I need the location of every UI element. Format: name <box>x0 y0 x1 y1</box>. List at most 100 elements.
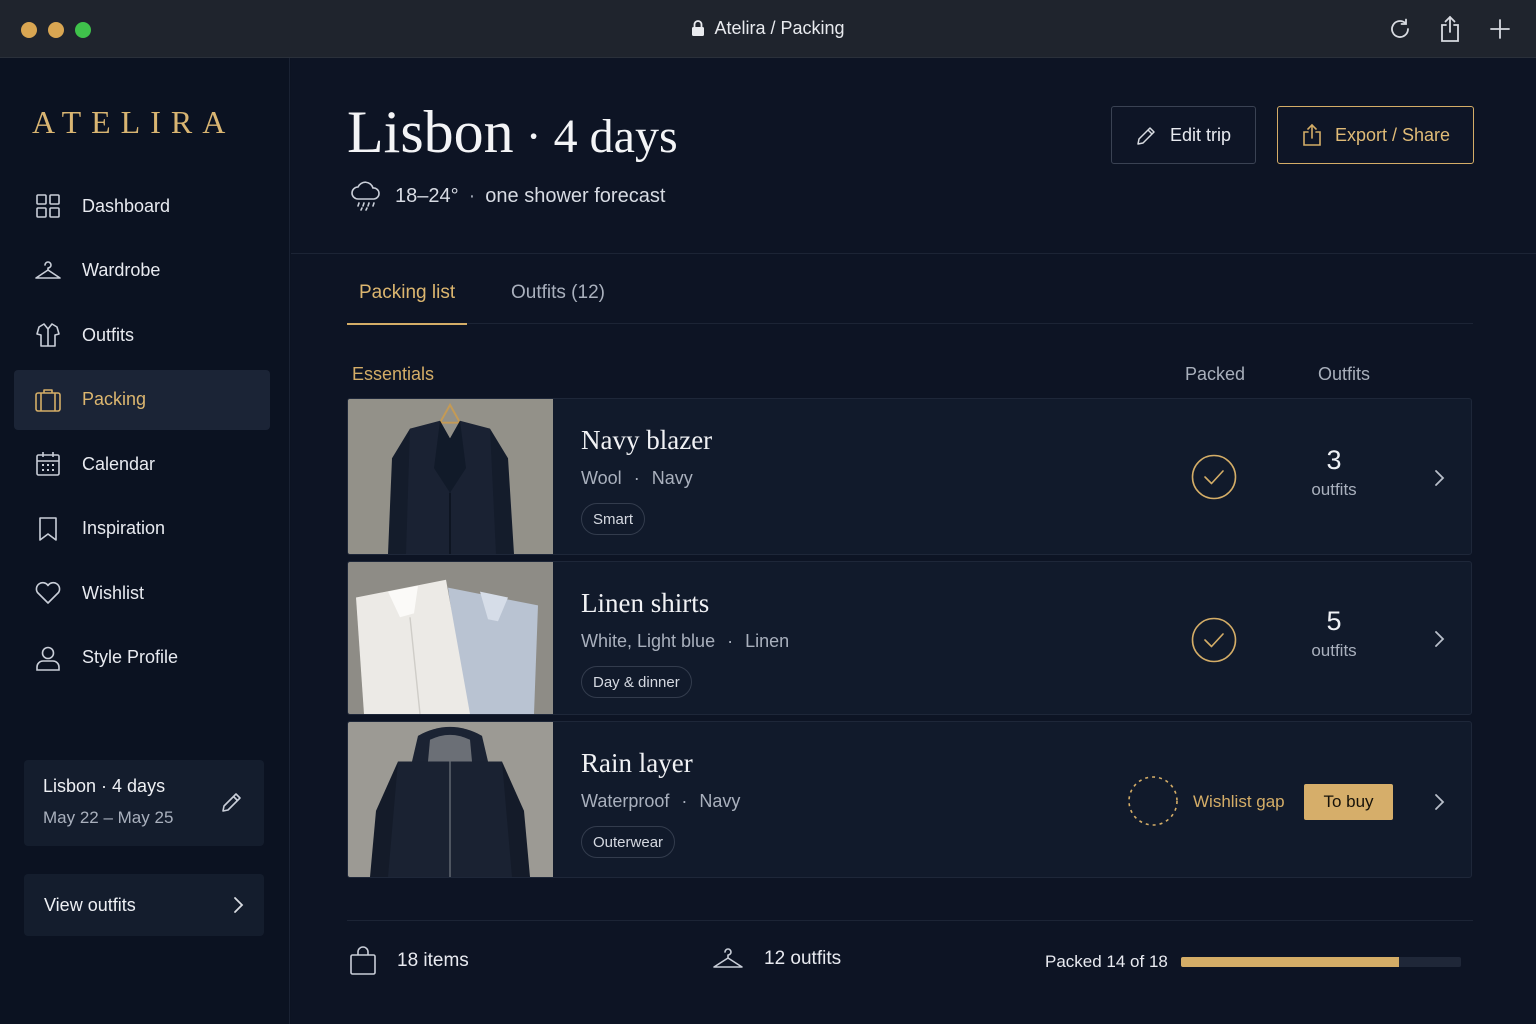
edit-trip-label: Edit trip <box>1169 124 1232 145</box>
view-outfits-label: View outfits <box>44 894 136 915</box>
packing-item-row[interactable]: Navy blazer Wool · Navy Smart 3 outfits <box>347 398 1472 555</box>
reload-button[interactable] <box>1386 14 1414 44</box>
item-meta: Waterproof · Navy <box>581 791 740 812</box>
shopping-bag-icon <box>349 946 377 976</box>
item-meta: Wool · Navy <box>581 468 693 489</box>
item-meta: White, Light blue · Linen <box>581 631 789 652</box>
new-tab-button[interactable] <box>1486 14 1514 44</box>
sidebar: ATELIRA Dashboard Wardrobe Outfits Packi… <box>0 58 290 1024</box>
sidebar-item-calendar[interactable]: Calendar <box>14 434 270 494</box>
sidebar-item-label: Calendar <box>82 453 156 474</box>
item-tag: Smart <box>581 503 646 535</box>
sidebar-item-label: Wardrobe <box>82 260 161 280</box>
item-color: Navy <box>651 468 693 488</box>
grid-icon <box>34 192 62 220</box>
item-tag: Outerwear <box>581 826 676 858</box>
to-buy-button[interactable]: To buy <box>1304 784 1393 820</box>
column-header-packed: Packed <box>1185 364 1246 384</box>
meta-separator: · <box>681 791 688 811</box>
chevron-right-icon[interactable] <box>1433 792 1445 812</box>
sidebar-item-packing[interactable]: Packing <box>14 369 270 430</box>
item-material: Waterproof <box>581 791 670 811</box>
trip-duration: · 4 days <box>513 110 678 163</box>
user-icon <box>34 644 62 672</box>
outfit-count-number: 5 <box>1326 606 1342 636</box>
outfits-count-text: 12 outfits <box>764 948 842 969</box>
weather-summary: 18–24° · one shower forecast <box>349 180 665 212</box>
main-content: Lisbon · 4 days 18–24° · one shower fore… <box>291 58 1536 1024</box>
sidebar-item-label: Wishlist <box>82 582 144 603</box>
suitcase-icon <box>34 386 62 414</box>
column-header-outfits: Outfits <box>1318 364 1371 384</box>
tab-bar: Packing list Outfits (12) <box>346 268 1473 325</box>
sidebar-item-wishlist[interactable]: Wishlist <box>14 563 270 623</box>
item-material: Wool <box>581 468 622 488</box>
item-name: Linen shirts <box>581 588 710 618</box>
export-share-button[interactable]: Export / Share <box>1277 106 1474 164</box>
packed-check-icon[interactable] <box>1191 617 1237 663</box>
linen-shirts-photo <box>348 562 553 714</box>
lock-icon <box>692 20 705 36</box>
packing-progress-label: Packed 14 of 18 <box>1045 952 1168 971</box>
forecast-text: one shower forecast <box>485 184 666 207</box>
sidebar-item-style-profile[interactable]: Style Profile <box>14 628 270 688</box>
sidebar-item-wardrobe[interactable]: Wardrobe <box>14 241 270 301</box>
edit-trip-icon[interactable] <box>220 790 244 819</box>
sidebar-item-label: Dashboard <box>82 195 171 216</box>
outfit-count-number: 3 <box>1326 445 1342 475</box>
plus-icon <box>1490 19 1510 39</box>
footer-items-count: 18 items <box>349 946 469 976</box>
hanger-icon <box>712 946 744 972</box>
bookmark-icon <box>34 515 62 543</box>
item-tag: Day & dinner <box>581 666 692 698</box>
page-title: Lisbon · 4 days <box>347 98 678 167</box>
unpacked-dashed-circle-icon[interactable] <box>1127 775 1179 827</box>
chevron-right-icon <box>234 897 244 913</box>
outfit-count-label: outfits <box>1311 480 1357 499</box>
header-divider <box>291 253 1536 254</box>
window-title-text: Atelira / Packing <box>714 18 845 38</box>
sidebar-nav: Dashboard Wardrobe Outfits Packing Calen… <box>14 176 270 692</box>
sidebar-item-outfits[interactable]: Outfits <box>14 305 270 365</box>
window-title: Atelira / Packing <box>0 18 1536 39</box>
sidebar-item-inspiration[interactable]: Inspiration <box>14 499 270 559</box>
item-color: Navy <box>699 791 741 811</box>
rain-layer-photo <box>348 722 553 877</box>
outfit-count-label: outfits <box>1311 641 1357 660</box>
temperature-range: 18–24° <box>395 184 459 207</box>
sidebar-item-label: Packing <box>82 389 147 409</box>
share-button[interactable] <box>1436 14 1464 44</box>
trip-card-dates: May 22 – May 25 <box>43 808 174 827</box>
sidebar-item-dashboard[interactable]: Dashboard <box>14 176 270 236</box>
brand-logo[interactable]: ATELIRA <box>32 104 235 141</box>
separator-dot: · <box>468 184 476 207</box>
trip-card-title: Lisbon · 4 days <box>43 776 166 796</box>
packing-item-row[interactable]: Linen shirts White, Light blue · Linen D… <box>347 561 1472 715</box>
export-icon <box>1303 123 1321 146</box>
view-outfits-button[interactable]: View outfits <box>24 874 264 936</box>
chevron-right-icon[interactable] <box>1433 629 1445 649</box>
share-icon <box>1441 15 1459 42</box>
packing-progress-fill <box>1181 957 1399 967</box>
meta-separator: · <box>633 468 640 488</box>
reload-icon <box>1391 18 1409 38</box>
shirt-icon <box>34 321 62 349</box>
tab-outfits[interactable]: Outfits (12) <box>511 282 605 324</box>
items-count-text: 18 items <box>397 950 469 971</box>
tab-packing-list[interactable]: Packing list <box>346 282 468 325</box>
window-titlebar: Atelira / Packing <box>0 0 1536 58</box>
item-name: Rain layer <box>581 748 693 778</box>
sidebar-item-label: Outfits <box>82 324 135 345</box>
item-material: White, Light blue <box>581 631 716 651</box>
packed-check-icon[interactable] <box>1191 454 1237 500</box>
current-trip-card[interactable]: Lisbon · 4 days May 22 – May 25 <box>24 760 264 846</box>
wishlist-gap-status: Wishlist gap <box>1193 792 1285 811</box>
outfit-count: 3 outfits <box>1288 445 1380 500</box>
item-color: Linen <box>745 631 790 651</box>
packing-item-row[interactable]: Rain layer Waterproof · Navy Outerwear W… <box>347 721 1472 878</box>
edit-trip-button[interactable]: Edit trip <box>1111 106 1256 164</box>
chevron-right-icon[interactable] <box>1433 468 1445 488</box>
footer-divider <box>347 920 1473 921</box>
meta-separator: · <box>727 631 734 651</box>
footer-outfits-count: 12 outfits <box>712 946 841 972</box>
